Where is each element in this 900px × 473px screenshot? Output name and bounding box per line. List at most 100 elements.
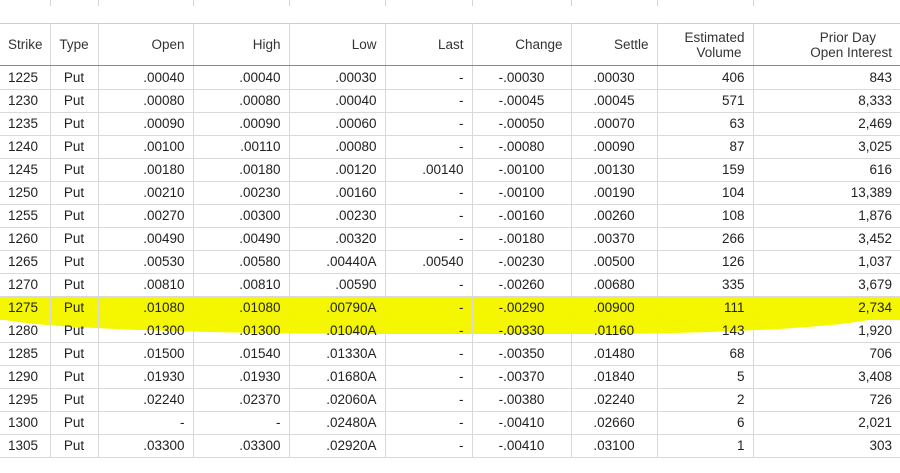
cell-last: - (385, 65, 473, 90)
cell-strike: 1265 (0, 250, 51, 274)
cell-last: - (385, 434, 473, 458)
table-row: 1225 Put .00040.00040.00030- -.00030.00030 4… (0, 65, 900, 90)
cell-high: .00580 (193, 250, 290, 274)
cell-prior-day-open-interest: 1,876 (753, 204, 900, 228)
cell-strike: 1235 (0, 112, 51, 136)
cell-change: -.00380 (472, 388, 572, 412)
column-divider (98, 0, 99, 6)
table-row: 1285 Put .01500.01540.01330A - -.00350.01480… (0, 342, 900, 366)
cell-last: - (385, 89, 473, 113)
column-divider (50, 0, 51, 6)
cell-estimated-volume: 159 (657, 158, 754, 182)
table-row: 1245 Put .00180.00180.00120.00140 -.00100.0… (0, 158, 900, 182)
table-row: 1300 Put - - .02480A - -.00410.02660 6 2,021 (0, 411, 900, 435)
cell-type: Put (50, 388, 99, 412)
cell-prior-day-open-interest: 8,333 (753, 89, 900, 113)
cell-type: Put (50, 365, 99, 389)
cell-low: .00440A (289, 250, 386, 274)
cell-change: -.00160 (472, 204, 572, 228)
column-header-low: Low (289, 23, 386, 66)
cell-open: - (98, 411, 194, 435)
cell-low: .00060 (289, 112, 386, 136)
cell-low: .00040 (289, 89, 386, 113)
table-body: 1225 Put .00040.00040.00030- -.00030.00030 4… (0, 65, 900, 458)
cell-type: Put (50, 135, 99, 159)
cell-type: Put (50, 342, 99, 366)
table-header-row: Strike Type Open High Low Last Change Se… (0, 23, 900, 66)
cell-strike: 1240 (0, 135, 51, 159)
cell-prior-day-open-interest: 706 (753, 342, 900, 366)
cell-low: .00230 (289, 204, 386, 228)
cell-last: - (385, 388, 473, 412)
cell-open: .01080 (98, 296, 194, 320)
cell-open: .00270 (98, 204, 194, 228)
cell-type: Put (50, 204, 99, 228)
cell-estimated-volume: 2 (657, 388, 754, 412)
table-row: 1270 Put .00810.00810.00590- -.00260.00680 3… (0, 273, 900, 297)
column-header-prior-day-open-interest: Prior Day Open Interest (753, 23, 900, 66)
cell-open: .01300 (98, 319, 194, 343)
cell-strike: 1260 (0, 227, 51, 251)
cell-change: -.00100 (472, 158, 572, 182)
cell-prior-day-open-interest: 2,734 (753, 296, 900, 320)
table-row: 1280 Put .01300.01300.01040A - -.00330.01160… (0, 319, 900, 343)
cell-strike: 1285 (0, 342, 51, 366)
cell-change: -.00180 (472, 227, 572, 251)
table-row: 1255 Put .00270.00300.00230- -.00160.00260 1… (0, 204, 900, 228)
cell-low: .00030 (289, 65, 386, 90)
cell-settle: .00680 (571, 273, 658, 297)
cell-high: .00230 (193, 181, 290, 205)
cell-strike: 1280 (0, 319, 51, 343)
header-line: Volume (696, 44, 742, 60)
cell-low: .02920A (289, 434, 386, 458)
column-header-last: Last (385, 23, 473, 66)
cell-high: .01080 (193, 296, 290, 320)
cell-settle: .00130 (571, 158, 658, 182)
cell-low: .02480A (289, 411, 386, 435)
cell-settle: .00045 (571, 89, 658, 113)
cell-type: Put (50, 296, 99, 320)
cell-open: .02240 (98, 388, 194, 412)
cell-estimated-volume: 63 (657, 112, 754, 136)
cell-settle: .00370 (571, 227, 658, 251)
cell-open: .00090 (98, 112, 194, 136)
cell-change: -.00050 (472, 112, 572, 136)
table-row: 1240 Put .00100.00110.00080- -.00080.00090 8… (0, 135, 900, 159)
cell-estimated-volume: 266 (657, 227, 754, 251)
column-divider (657, 0, 658, 6)
cell-last: - (385, 296, 473, 320)
cell-estimated-volume: 104 (657, 181, 754, 205)
cell-low: .01680A (289, 365, 386, 389)
cell-open: .00530 (98, 250, 194, 274)
header-line: Estimated (684, 29, 745, 45)
cell-strike: 1300 (0, 411, 51, 435)
column-header-settle: Settle (571, 23, 658, 66)
cell-high: .00180 (193, 158, 290, 182)
column-header-high: High (193, 23, 290, 66)
table-row-highlighted: 1275 Put .01080.01080.00790A - -.00290.00900… (0, 296, 900, 320)
options-settlement-table: Strike Type Open High Low Last Change Se… (0, 23, 900, 458)
cell-settle: .02660 (571, 411, 658, 435)
cell-estimated-volume: 111 (657, 296, 754, 320)
cell-type: Put (50, 319, 99, 343)
cell-settle: .02240 (571, 388, 658, 412)
cell-change: -.00330 (472, 319, 572, 343)
cell-estimated-volume: 126 (657, 250, 754, 274)
cell-high: .00040 (193, 65, 290, 90)
cell-last: - (385, 112, 473, 136)
cell-type: Put (50, 158, 99, 182)
cell-low: .00590 (289, 273, 386, 297)
cell-last: - (385, 181, 473, 205)
cell-estimated-volume: 108 (657, 204, 754, 228)
cell-change: -.00370 (472, 365, 572, 389)
table-row: 1250 Put .00210.00230.00160- -.00100.00190 1… (0, 181, 900, 205)
column-header-type: Type (50, 23, 99, 66)
cell-settle: .00900 (571, 296, 658, 320)
cell-last: - (385, 365, 473, 389)
cell-strike: 1250 (0, 181, 51, 205)
column-divider (753, 0, 754, 6)
cell-open: .00100 (98, 135, 194, 159)
cell-open: .01500 (98, 342, 194, 366)
cell-last: - (385, 227, 473, 251)
cell-settle: .03100 (571, 434, 658, 458)
